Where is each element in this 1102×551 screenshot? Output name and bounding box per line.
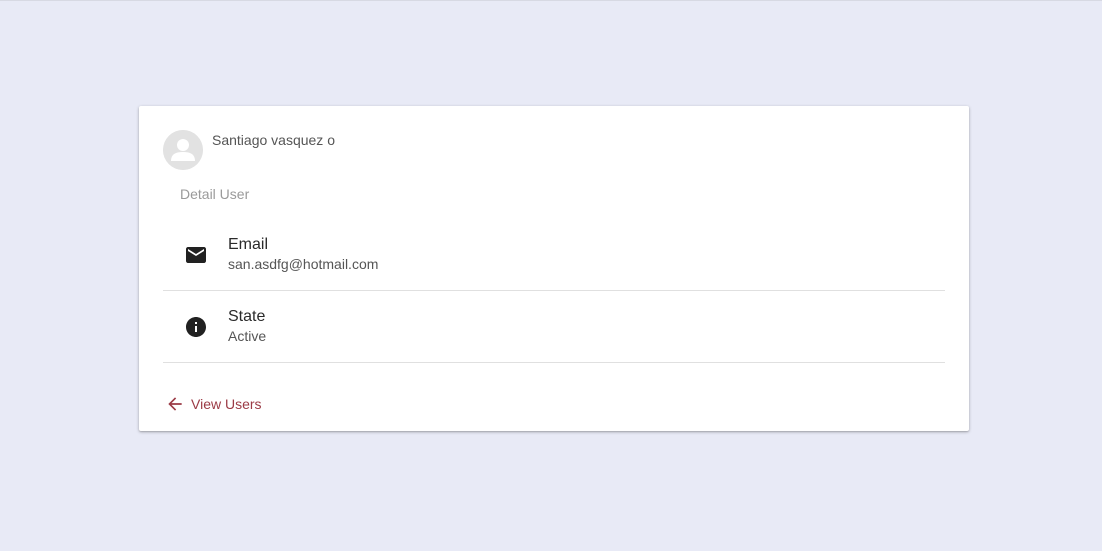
email-value: san.asdfg@hotmail.com [228,256,379,272]
user-detail-card: Santiago vasquez o Detail User Email san… [139,106,969,431]
state-value: Active [228,328,267,344]
info-icon [184,315,208,339]
detail-list: Email san.asdfg@hotmail.com State Active [163,219,945,363]
view-users-label: View Users [191,396,262,412]
avatar [163,130,203,170]
view-users-link[interactable]: View Users [165,394,262,414]
page: Santiago vasquez o Detail User Email san… [0,0,1102,551]
user-name: Santiago vasquez o [212,132,335,148]
list-item-email: Email san.asdfg@hotmail.com [163,219,945,291]
email-title: Email [228,236,269,253]
detail-subheader: Detail User [180,186,250,202]
person-placeholder-icon [163,130,203,170]
mail-icon [184,243,208,267]
list-item-state: State Active [163,291,945,363]
arrow-left-icon [165,394,185,414]
state-title: State [228,308,266,325]
